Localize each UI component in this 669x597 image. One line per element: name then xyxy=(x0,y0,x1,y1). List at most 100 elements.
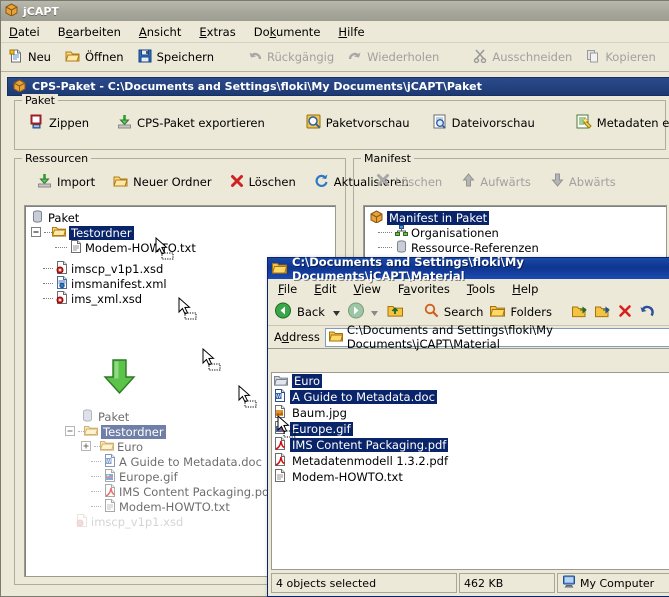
list-item[interactable]: W A Guide to Metadata.doc xyxy=(272,389,669,405)
delete-x-icon xyxy=(376,173,390,190)
tree-node-label: Testordner xyxy=(69,225,134,240)
toolbar-button-offnen[interactable]: Öffnen xyxy=(65,49,124,66)
ghost-node-label: IMS Content Packaging.pdf xyxy=(119,484,274,499)
button-import[interactable]: Import xyxy=(37,173,95,191)
expander-minus-icon[interactable] xyxy=(31,226,41,240)
arrow-up-icon xyxy=(462,173,475,190)
button-label: Import xyxy=(57,175,96,189)
ghost-node-label: Paket xyxy=(98,409,130,424)
folder-icon xyxy=(83,424,99,439)
cut-icon xyxy=(473,48,487,66)
import-icon xyxy=(37,173,52,191)
list-item[interactable]: Europe.gif xyxy=(272,421,669,437)
package-preview-icon xyxy=(306,114,321,132)
ghost-node-label: Testordner xyxy=(101,424,166,439)
folder-icon xyxy=(51,225,67,240)
menu-item-favorites[interactable]: Favorites xyxy=(398,282,450,296)
back-arrow-icon xyxy=(274,302,292,322)
pdf-file-icon xyxy=(104,483,116,500)
toolbar-button-kopieren: Kopieren xyxy=(586,49,656,66)
tree-node-label: imsmanifest.xml xyxy=(71,276,167,291)
tree-node-organisationen[interactable]: Organisationen xyxy=(364,225,666,240)
tree-node-modem-howto[interactable]: Modem-HOWTO.txt xyxy=(25,239,335,256)
delete-red-x-icon[interactable] xyxy=(618,304,632,321)
move-to-icon[interactable] xyxy=(571,304,588,321)
button-manifest-loschen: Löschen xyxy=(376,173,442,190)
package-icon xyxy=(13,78,26,95)
toolbar-button-neu[interactable]: Neu xyxy=(9,49,51,66)
ghost-node-label: A Guide to Metadata.doc xyxy=(119,454,262,469)
button-metadaten-extrahieren[interactable]: Metadaten extrahieren xyxy=(576,114,669,132)
menu-item-extras[interactable]: Extras xyxy=(199,25,235,39)
button-neuer-ordner[interactable]: Neuer Ordner xyxy=(113,174,212,191)
forward-arrow-icon xyxy=(347,302,365,322)
explorer-title-bar[interactable]: C:\Documents and Settings\floki\My Docum… xyxy=(268,255,669,283)
explorer-file-list[interactable]: Euro W A Guide to Metadata.doc Baum.jpg … xyxy=(271,372,669,570)
tree-node-testordner[interactable]: Testordner xyxy=(25,225,335,240)
menu-item-bearbeiten[interactable]: Bearbeiten xyxy=(58,25,121,39)
address-input[interactable]: C:\Documents and Settings\floki\My Docum… xyxy=(324,323,669,351)
list-item[interactable]: Euro xyxy=(272,373,669,389)
status-objects: 4 objects selected xyxy=(271,573,457,593)
ressourcen-group-legend: Ressourcen xyxy=(22,152,92,165)
menu-item-file[interactable]: File xyxy=(278,282,297,296)
explorer-address-bar: Address C:\Documents and Settings\floki\… xyxy=(268,323,669,351)
menu-item-ansicht[interactable]: Ansicht xyxy=(139,25,181,39)
jcapt-title-bar: jCAPT xyxy=(1,1,669,21)
button-paketvorschau[interactable]: Paketvorschau xyxy=(306,114,410,132)
list-item[interactable]: IMS Content Packaging.pdf xyxy=(272,437,669,453)
forward-button[interactable] xyxy=(347,302,378,322)
file-name: A Guide to Metadata.doc xyxy=(290,390,437,404)
drag-cursor xyxy=(238,384,260,409)
text-file-icon xyxy=(70,239,82,256)
menu-item-edit[interactable]: Edit xyxy=(314,282,336,296)
list-item[interactable]: Metadatenmodell 1.3.2.pdf xyxy=(272,453,669,469)
my-computer-icon xyxy=(562,575,576,591)
tree-node-label: ims_xml.xsd xyxy=(71,291,143,306)
button-abwarts: Abwärts xyxy=(551,173,616,190)
word-doc-icon: W xyxy=(104,453,116,470)
ghost-node-label: Europe.gif xyxy=(119,469,178,484)
toolbar-button-speichern[interactable]: Speichern xyxy=(138,49,214,66)
jcapt-title-text: jCAPT xyxy=(23,4,59,18)
document-path-bar: CPS-Paket - C:\Documents and Settings\fl… xyxy=(7,77,669,96)
button-dateivorschau[interactable]: Dateivorschau xyxy=(432,114,535,132)
text-file-icon xyxy=(104,498,116,515)
menu-item-tools[interactable]: Tools xyxy=(467,282,495,296)
tree-node-ressource-referenzen[interactable]: Ressource-Referenzen xyxy=(364,239,666,255)
status-size: 462 KB xyxy=(459,573,555,593)
menu-item-help[interactable]: Help xyxy=(512,282,538,296)
button-label: Paketvorschau xyxy=(325,116,410,130)
folder-icon xyxy=(273,374,289,389)
tree-node-label: Modem-HOWTO.txt xyxy=(85,240,196,255)
undo-icon xyxy=(248,49,262,66)
address-label: Address xyxy=(274,330,320,344)
folders-button[interactable]: Folders xyxy=(490,304,552,320)
menu-item-hilfe[interactable]: Hilfe xyxy=(338,25,364,39)
list-item[interactable]: Modem-HOWTO.txt xyxy=(272,469,669,485)
tree-node-label: Ressource-Referenzen xyxy=(411,240,539,255)
tree-node-manifest-in-paket[interactable]: Manifest in Paket xyxy=(364,209,666,225)
search-button[interactable]: Search xyxy=(424,303,483,321)
menu-item-datei[interactable]: DDateiatei xyxy=(9,25,40,39)
explorer-status-bar: 4 objects selected 462 KB My Computer xyxy=(271,573,669,593)
button-loschen[interactable]: Löschen xyxy=(230,174,296,191)
drag-cursor xyxy=(277,414,299,439)
button-label: Abwärts xyxy=(568,174,616,189)
tree-node-paket[interactable]: Paket xyxy=(25,209,335,225)
list-item[interactable]: Baum.jpg xyxy=(272,405,669,421)
folder-icon xyxy=(99,439,115,454)
back-button[interactable]: Back xyxy=(274,302,340,322)
copy-to-icon[interactable] xyxy=(594,304,611,321)
menu-item-dokumente[interactable]: Dokumente xyxy=(254,25,321,39)
undo-blue-icon[interactable] xyxy=(639,304,654,321)
tree-node-label: Paket xyxy=(48,210,80,225)
up-folder-icon[interactable] xyxy=(387,303,404,321)
toolbar-label: Wiederholen xyxy=(367,50,440,64)
chevron-down-icon[interactable] xyxy=(332,305,340,319)
menu-item-view[interactable]: View xyxy=(354,282,381,296)
chevron-down-icon[interactable] xyxy=(370,305,378,319)
button-zippen[interactable]: Zippen xyxy=(29,114,89,132)
open-folder-icon xyxy=(65,49,80,66)
button-cps-paket-exportieren[interactable]: CPS-Paket exportieren xyxy=(117,114,265,132)
